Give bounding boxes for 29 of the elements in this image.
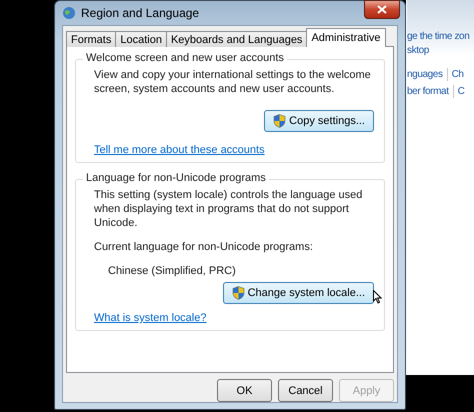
globe-icon: [62, 6, 76, 20]
current-language-value: Chinese (Simplified, PRC): [107, 264, 237, 278]
task-link[interactable]: sktop: [407, 45, 474, 56]
tab[interactable]: Administrative: [306, 28, 386, 47]
help-link[interactable]: Tell me more about these accounts: [94, 144, 265, 156]
change-locale-button[interactable]: Change system locale...: [222, 282, 374, 304]
task-link[interactable]: Ch: [452, 69, 464, 80]
task-link[interactable]: ber format: [407, 86, 449, 97]
group-title: Language for non-Unicode programs: [83, 172, 269, 184]
window-title: Region and Language: [81, 6, 200, 20]
tab[interactable]: Location: [115, 31, 167, 47]
current-language-label: Current language for non-Unicode programs:: [93, 240, 314, 254]
description-text: View and copy your international settings to the welcome screen, system accounts and new user accounts.: [93, 68, 372, 96]
tab[interactable]: Formats: [66, 31, 116, 47]
close-icon: [377, 5, 387, 14]
group-title: Welcome screen and new user accounts: [83, 52, 287, 64]
cursor-icon: [373, 290, 382, 304]
dialog-button[interactable]: OK: [217, 379, 272, 402]
help-link[interactable]: What is system locale?: [94, 312, 206, 324]
task-link[interactable]: nguages: [407, 69, 443, 80]
tab[interactable]: Keyboards and Languages: [166, 31, 308, 47]
description-text: This setting (system locale) controls the language used when displaying text in programs that do not support Unicode.: [93, 188, 364, 230]
task-link[interactable]: C: [458, 86, 464, 97]
copy-settings-button[interactable]: Copy settings...: [264, 110, 374, 132]
close-button[interactable]: [364, 0, 400, 19]
shield-icon: [273, 114, 286, 128]
shield-icon: [232, 286, 245, 300]
task-link[interactable]: ge the time zon: [407, 31, 474, 42]
dialog-button[interactable]: Cancel: [278, 379, 333, 402]
